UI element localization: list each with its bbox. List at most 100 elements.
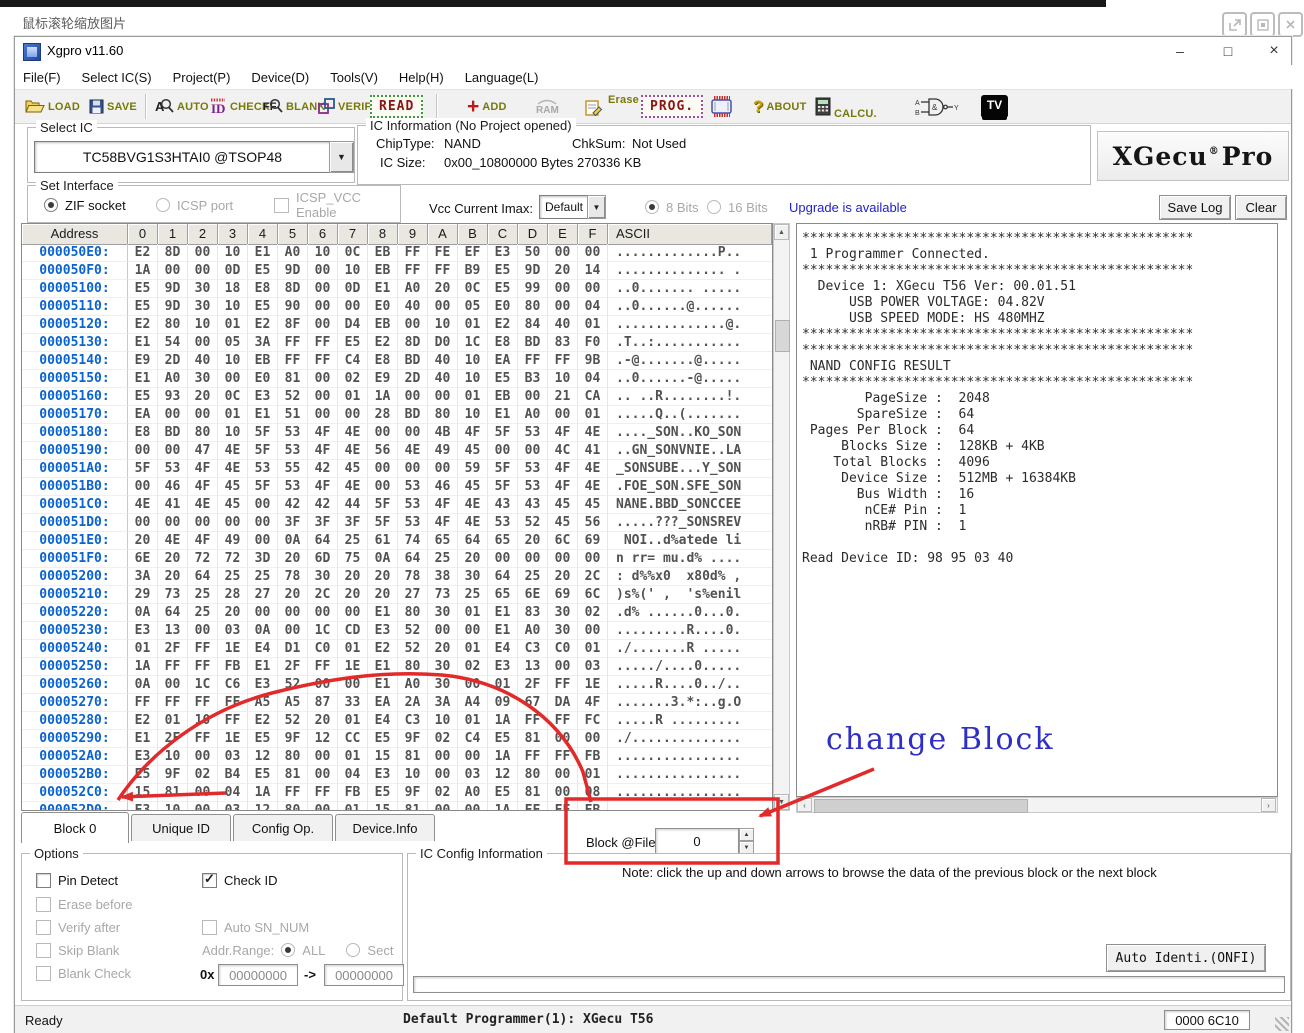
hex-byte-cell[interactable]: 13 [158, 622, 188, 640]
hex-byte-cell[interactable]: 30 [308, 568, 338, 586]
erase-before-checkbox[interactable]: Erase before [36, 896, 132, 912]
hex-byte-cell[interactable]: E1 [128, 370, 158, 388]
hex-byte-cell[interactable]: 4E [218, 442, 248, 460]
hex-byte-cell[interactable]: 4F [188, 460, 218, 478]
hex-byte-cell[interactable]: E5 [488, 784, 518, 802]
hex-byte-cell[interactable]: 45 [458, 478, 488, 496]
hex-byte-cell[interactable]: 41 [158, 496, 188, 514]
hex-byte-cell[interactable]: 2D [158, 352, 188, 370]
hex-byte-cell[interactable]: 00 [578, 622, 608, 640]
hex-byte-cell[interactable]: 10 [428, 712, 458, 730]
check-id-checkbox[interactable]: Check ID [202, 872, 277, 888]
hex-byte-cell[interactable]: FF [428, 262, 458, 280]
hex-byte-cell[interactable]: 44 [338, 496, 368, 514]
hex-byte-cell[interactable]: FF [128, 694, 158, 712]
hex-byte-cell[interactable]: 30 [188, 298, 218, 316]
tab-unique-id[interactable]: Unique ID [131, 814, 231, 841]
hex-byte-cell[interactable]: E8 [248, 280, 278, 298]
hex-byte-cell[interactable]: 1E [338, 658, 368, 676]
hex-byte-cell[interactable]: FF [158, 658, 188, 676]
hex-byte-cell[interactable]: 01 [338, 388, 368, 406]
hex-byte-cell[interactable]: FF [548, 676, 578, 694]
hex-byte-cell[interactable]: 80 [518, 766, 548, 784]
hex-byte-cell[interactable]: 20 [428, 280, 458, 298]
hex-byte-cell[interactable]: 00 [428, 388, 458, 406]
hex-byte-cell[interactable]: 01 [578, 640, 608, 658]
hex-byte-cell[interactable]: 01 [218, 406, 248, 424]
hex-byte-cell[interactable]: 64 [488, 568, 518, 586]
hex-byte-cell[interactable]: 02 [458, 658, 488, 676]
hex-byte-cell[interactable]: E2 [488, 316, 518, 334]
hex-byte-cell[interactable]: 3F [308, 514, 338, 532]
hex-byte-cell[interactable]: 00 [368, 478, 398, 496]
hex-byte-cell[interactable]: 80 [398, 604, 428, 622]
hex-byte-cell[interactable]: 4E [158, 532, 188, 550]
scroll-up-button[interactable]: ▲ [774, 224, 789, 240]
hex-byte-cell[interactable]: FF [188, 640, 218, 658]
hex-byte-cell[interactable]: E1 [368, 604, 398, 622]
hex-byte-cell[interactable]: FF [308, 658, 338, 676]
hex-byte-cell[interactable]: 15 [368, 748, 398, 766]
log-horizontal-scrollbar[interactable]: ‹ › [796, 797, 1278, 813]
hex-byte-cell[interactable]: 80 [428, 406, 458, 424]
hex-byte-cell[interactable]: 4E [578, 478, 608, 496]
hex-byte-cell[interactable]: E5 [128, 280, 158, 298]
auto-identify-button[interactable]: Auto Identi.(ONFI) [1106, 944, 1266, 972]
hex-byte-cell[interactable]: 10 [308, 244, 338, 262]
hex-byte-cell[interactable]: 00 [188, 334, 218, 352]
hex-byte-cell[interactable]: 4F [548, 460, 578, 478]
hex-byte-cell[interactable]: 12 [248, 802, 278, 811]
hex-byte-cell[interactable]: 2F [278, 658, 308, 676]
menu-language[interactable]: Language(L) [465, 70, 539, 85]
hex-byte-cell[interactable]: 30 [548, 622, 578, 640]
hex-byte-cell[interactable]: C0 [308, 640, 338, 658]
hex-byte-cell[interactable]: 40 [188, 352, 218, 370]
hex-byte-cell[interactable]: 0C [458, 280, 488, 298]
hex-byte-cell[interactable]: E3 [488, 244, 518, 262]
hex-byte-cell[interactable]: 28 [368, 406, 398, 424]
hex-byte-cell[interactable]: 1C [188, 676, 218, 694]
menu-project[interactable]: Project(P) [173, 70, 231, 85]
hex-byte-cell[interactable]: 80 [188, 424, 218, 442]
hex-byte-cell[interactable]: 4F [308, 424, 338, 442]
hex-byte-cell[interactable]: 00 [308, 298, 338, 316]
hex-byte-cell[interactable]: 01 [488, 676, 518, 694]
hex-byte-cell[interactable]: 25 [518, 568, 548, 586]
hex-byte-cell[interactable]: 81 [278, 370, 308, 388]
hex-byte-cell[interactable]: 4E [578, 424, 608, 442]
hex-byte-cell[interactable]: 00 [188, 802, 218, 811]
hex-byte-cell[interactable]: 00 [338, 676, 368, 694]
hex-byte-cell[interactable]: 42 [308, 460, 338, 478]
hex-byte-cell[interactable]: E2 [368, 334, 398, 352]
hex-byte-cell[interactable]: 00 [548, 658, 578, 676]
clear-button[interactable]: Clear [1235, 195, 1287, 220]
hex-byte-cell[interactable]: 9D [158, 298, 188, 316]
hex-byte-cell[interactable]: 4F [188, 478, 218, 496]
hex-byte-cell[interactable]: E0 [248, 370, 278, 388]
hex-byte-cell[interactable]: 1E [218, 640, 248, 658]
hex-byte-cell[interactable]: 43 [488, 496, 518, 514]
hex-byte-cell[interactable]: 73 [428, 586, 458, 604]
hex-byte-cell[interactable]: 8F [278, 316, 308, 334]
hex-byte-cell[interactable]: 01 [218, 316, 248, 334]
hex-byte-cell[interactable]: 81 [278, 766, 308, 784]
icsp-port-radio[interactable]: ICSP port [156, 197, 233, 213]
hex-byte-cell[interactable]: 52 [518, 514, 548, 532]
hex-byte-cell[interactable]: C0 [548, 640, 578, 658]
hex-byte-cell[interactable]: 20 [368, 568, 398, 586]
hex-byte-cell[interactable]: 00 [398, 388, 428, 406]
hex-byte-cell[interactable]: EA [488, 352, 518, 370]
hex-byte-cell[interactable]: FF [308, 352, 338, 370]
hex-byte-cell[interactable]: 45 [548, 514, 578, 532]
hex-byte-cell[interactable]: FF [308, 784, 338, 802]
hex-byte-cell[interactable]: 00 [428, 622, 458, 640]
hex-byte-cell[interactable]: FF [278, 784, 308, 802]
hex-byte-cell[interactable]: 65 [488, 532, 518, 550]
hex-byte-cell[interactable]: 4E [338, 442, 368, 460]
hex-byte-cell[interactable]: 30 [428, 658, 458, 676]
hex-byte-cell[interactable]: 30 [548, 604, 578, 622]
hex-byte-cell[interactable]: 00 [548, 730, 578, 748]
hex-byte-cell[interactable]: 4F [428, 496, 458, 514]
hex-byte-cell[interactable]: 00 [578, 550, 608, 568]
hex-byte-cell[interactable]: 21 [548, 388, 578, 406]
